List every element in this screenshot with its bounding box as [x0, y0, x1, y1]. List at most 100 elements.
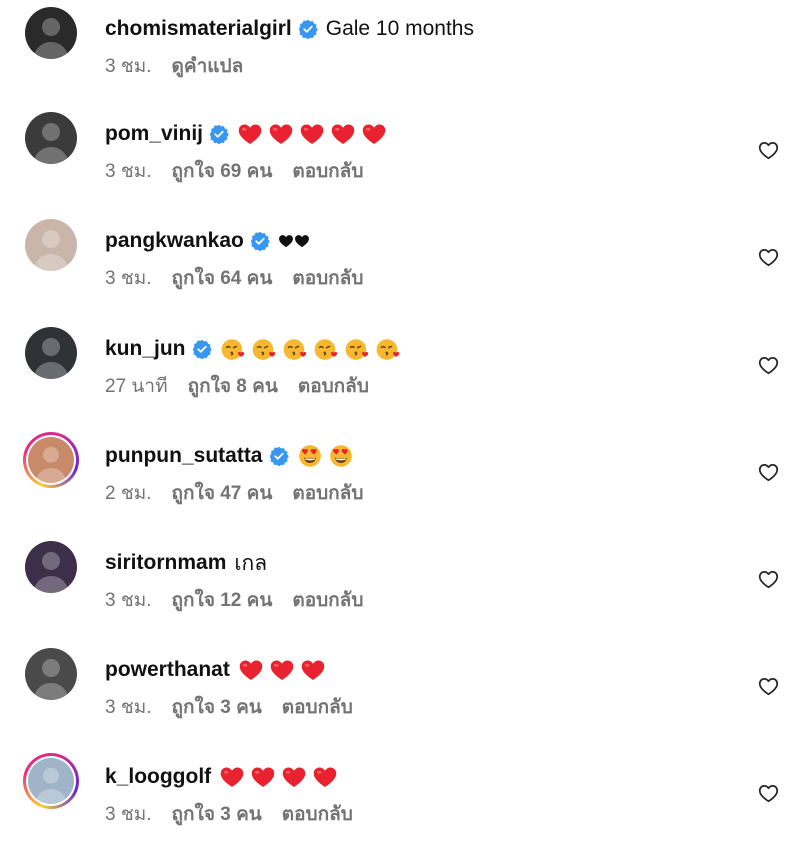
comment-likes[interactable]: ถูกใจ 3 คน — [172, 799, 262, 829]
kissing-face-emoji — [282, 336, 308, 362]
like-button[interactable] — [756, 245, 780, 269]
avatar-image — [25, 541, 77, 593]
red-heart-emoji — [281, 764, 307, 790]
comment-item-kun_jun: kun_jun 27 นาที ถูกใจ 8 คน ตอบกลับ — [0, 320, 800, 420]
heart-outline-icon — [758, 784, 778, 802]
comment-action[interactable]: ตอบกลับ — [292, 156, 363, 186]
black-heart-emoji — [294, 233, 310, 249]
avatar-silhouette — [33, 338, 69, 379]
avatar-image — [28, 758, 74, 804]
avatar-silhouette — [35, 446, 67, 483]
comment-list: chomismaterialgirl Gale 10 months 3 ชม. … — [0, 0, 800, 858]
red-heart-emoji — [330, 121, 356, 147]
comment-username[interactable]: k_looggolf — [105, 765, 211, 789]
comment-action[interactable]: ตอบกลับ — [292, 263, 363, 293]
comment-meta: 3 ชม. ดูคำแปล — [105, 53, 243, 79]
comment-line: punpun_sutatta — [105, 441, 354, 471]
comment-text — [278, 233, 310, 249]
like-button[interactable] — [756, 674, 780, 698]
comment-time[interactable]: 3 ชม. — [105, 156, 152, 186]
kissing-face-emoji — [313, 336, 339, 362]
like-button[interactable] — [756, 781, 780, 805]
comment-action[interactable]: ตอบกลับ — [282, 799, 353, 829]
comment-time[interactable]: 2 ชม. — [105, 478, 152, 508]
avatar[interactable] — [23, 646, 79, 702]
comment-time[interactable]: 3 ชม. — [105, 585, 152, 615]
red-heart-emoji — [361, 121, 387, 147]
verified-badge-icon — [298, 19, 318, 39]
comment-username[interactable]: siritornmam — [105, 551, 226, 575]
avatar-image — [25, 219, 77, 271]
comment-text — [220, 336, 401, 362]
comment-meta: 3 ชม. ถูกใจ 12 คน ตอบกลับ — [105, 587, 363, 613]
comment-text — [238, 657, 326, 683]
avatar[interactable] — [23, 753, 79, 809]
avatar[interactable] — [23, 432, 79, 488]
comment-likes[interactable]: ถูกใจ 64 คน — [172, 263, 273, 293]
red-heart-emoji — [269, 657, 295, 683]
avatar[interactable] — [23, 110, 79, 166]
comment-username[interactable]: punpun_sutatta — [105, 444, 263, 468]
avatar[interactable] — [23, 539, 79, 595]
comment-text: Gale 10 months — [325, 17, 474, 40]
kissing-face-emoji — [251, 336, 277, 362]
black-heart-emoji — [278, 233, 294, 249]
comment-username[interactable]: pangkwankao — [105, 229, 244, 253]
comment-line: chomismaterialgirl Gale 10 months — [105, 14, 474, 44]
heart-outline-icon — [758, 356, 778, 374]
avatar-image — [25, 648, 77, 700]
comment-line: pom_vinij — [105, 119, 387, 149]
like-button[interactable] — [756, 460, 780, 484]
comment-item-pangkwankao: pangkwankao 3 ชม. ถูกใจ 64 คน ตอบกลับ — [0, 212, 800, 312]
like-button[interactable] — [756, 138, 780, 162]
heart-eyes-emoji — [297, 443, 323, 469]
comment-text — [237, 121, 387, 147]
avatar-silhouette — [33, 552, 69, 593]
avatar-silhouette — [33, 230, 69, 271]
comment-item-chomismaterialgirl: chomismaterialgirl Gale 10 months 3 ชม. … — [0, 0, 800, 100]
like-button[interactable] — [756, 353, 780, 377]
comment-time[interactable]: 27 นาที — [105, 371, 168, 401]
comment-action[interactable]: ตอบกลับ — [298, 371, 369, 401]
avatar-image — [28, 437, 74, 483]
avatar[interactable] — [23, 217, 79, 273]
comment-action[interactable]: ตอบกลับ — [282, 692, 353, 722]
comment-time[interactable]: 3 ชม. — [105, 692, 152, 722]
red-heart-emoji — [250, 764, 276, 790]
comment-action[interactable]: ดูคำแปล — [172, 51, 244, 81]
red-heart-emoji — [299, 121, 325, 147]
comment-likes[interactable]: ถูกใจ 8 คน — [188, 371, 278, 401]
comment-action[interactable]: ตอบกลับ — [292, 585, 363, 615]
heart-eyes-emoji — [328, 443, 354, 469]
comment-likes[interactable]: ถูกใจ 12 คน — [172, 585, 273, 615]
avatar-image — [25, 327, 77, 379]
kissing-face-emoji — [344, 336, 370, 362]
comment-time[interactable]: 3 ชม. — [105, 263, 152, 293]
red-heart-emoji — [312, 764, 338, 790]
comment-item-siritornmam: siritornmam เกล 3 ชม. ถูกใจ 12 คน ตอบกลั… — [0, 534, 800, 634]
verified-badge-icon — [209, 124, 229, 144]
comment-username[interactable]: chomismaterialgirl — [105, 17, 292, 41]
avatar-silhouette — [33, 18, 69, 59]
comment-meta: 3 ชม. ถูกใจ 3 คน ตอบกลับ — [105, 694, 353, 720]
comment-time[interactable]: 3 ชม. — [105, 799, 152, 829]
comment-action[interactable]: ตอบกลับ — [292, 478, 363, 508]
comment-line: pangkwankao — [105, 226, 310, 256]
comment-likes[interactable]: ถูกใจ 47 คน — [172, 478, 273, 508]
comment-username[interactable]: powerthanat — [105, 658, 230, 682]
comment-username[interactable]: pom_vinij — [105, 122, 203, 146]
avatar-silhouette — [33, 659, 69, 700]
heart-outline-icon — [758, 677, 778, 695]
avatar[interactable] — [23, 325, 79, 381]
kissing-face-emoji — [220, 336, 246, 362]
avatar[interactable] — [23, 5, 79, 61]
red-heart-emoji — [219, 764, 245, 790]
comment-line: kun_jun — [105, 334, 401, 364]
comment-username[interactable]: kun_jun — [105, 337, 186, 361]
comment-meta: 2 ชม. ถูกใจ 47 คน ตอบกลับ — [105, 480, 363, 506]
comment-time[interactable]: 3 ชม. — [105, 51, 152, 81]
heart-outline-icon — [758, 463, 778, 481]
comment-likes[interactable]: ถูกใจ 3 คน — [172, 692, 262, 722]
like-button[interactable] — [756, 567, 780, 591]
comment-likes[interactable]: ถูกใจ 69 คน — [172, 156, 273, 186]
